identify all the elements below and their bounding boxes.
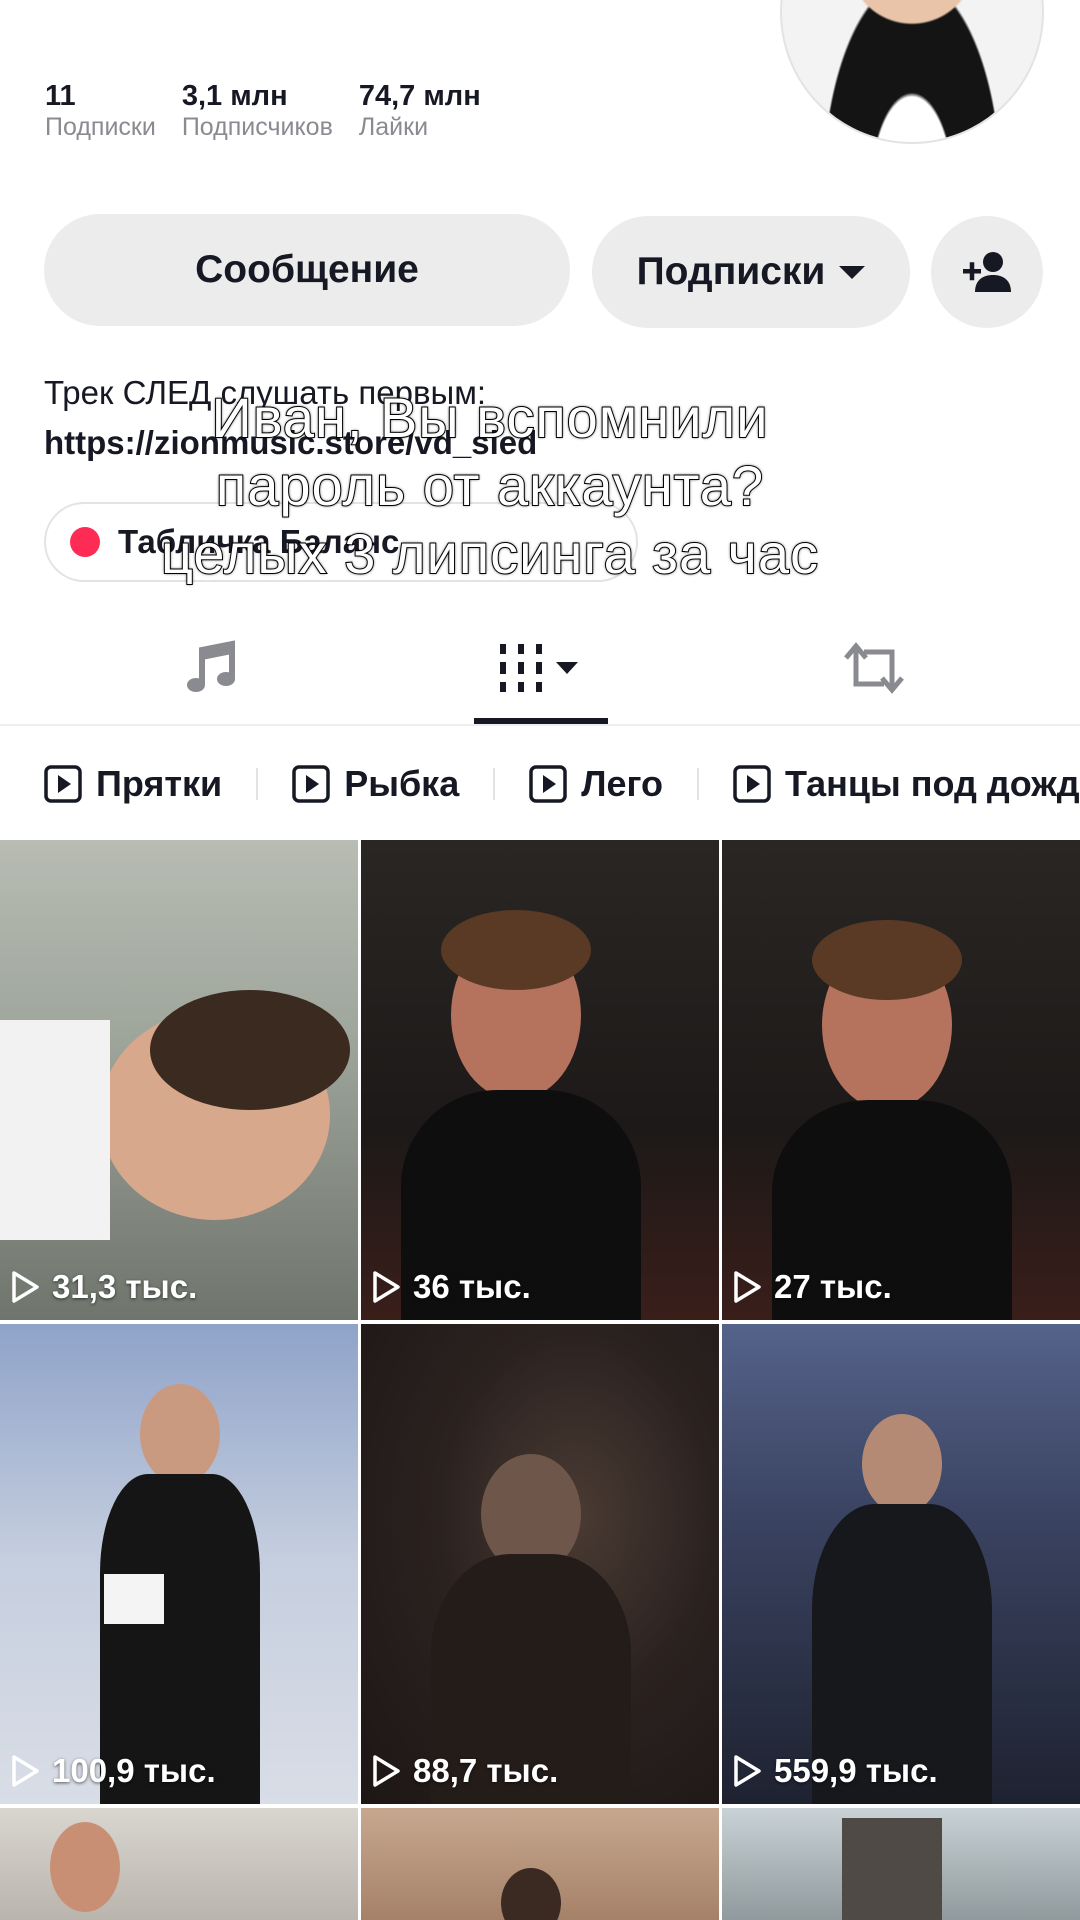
- repost-icon: [844, 642, 904, 694]
- message-button[interactable]: Сообщение: [44, 214, 570, 326]
- profile-avatar[interactable]: [780, 0, 1044, 144]
- stat-following-count: 11: [45, 80, 76, 112]
- overlay-caption: Иван, Вы вспомнили пароль от аккаунта? ц…: [0, 384, 980, 588]
- play-outline-icon: [12, 1755, 39, 1787]
- play-square-icon: [529, 765, 567, 803]
- view-count: 100,9 тыс.: [10, 1752, 216, 1790]
- tab-reposts[interactable]: [804, 610, 944, 726]
- video-thumbnail[interactable]: 559,9 тыс.: [722, 1324, 1080, 1804]
- view-count-text: 27 тыс.: [774, 1268, 892, 1305]
- stat-following-label: Подписки: [45, 113, 156, 141]
- video-thumbnail[interactable]: 31,3 тыс.: [0, 840, 358, 1320]
- stat-followers-label: Подписчиков: [181, 113, 333, 141]
- divider: [697, 768, 700, 800]
- overlay-line-2: пароль от аккаунта?: [215, 453, 765, 518]
- view-count: 27 тыс.: [732, 1268, 892, 1306]
- view-count: 36 тыс.: [371, 1268, 531, 1306]
- playlist-item[interactable]: Танцы под дожд: [733, 763, 1080, 805]
- music-note-icon: [187, 640, 235, 692]
- video-thumbnail[interactable]: 36 тыс.: [361, 840, 719, 1320]
- video-thumbnail[interactable]: [722, 1808, 1080, 1920]
- divider: [493, 768, 496, 800]
- stat-likes[interactable]: 74,7 млн Лайки: [359, 80, 481, 142]
- profile-tabs: [0, 610, 1080, 726]
- active-tab-indicator: [474, 718, 608, 724]
- view-count: 559,9 тыс.: [732, 1752, 938, 1790]
- playlist-label: Танцы под дожд: [785, 763, 1080, 804]
- video-thumbnail[interactable]: 27 тыс.: [722, 840, 1080, 1320]
- playlist-label: Прятки: [96, 763, 223, 804]
- add-friend-button[interactable]: [931, 216, 1043, 328]
- play-square-icon: [292, 765, 330, 803]
- play-outline-icon: [373, 1271, 400, 1303]
- playlist-label: Рыбка: [344, 763, 460, 804]
- overlay-line-3: целых 3 липсинга за час: [160, 521, 819, 586]
- play-square-icon: [44, 765, 82, 803]
- play-outline-icon: [373, 1755, 400, 1787]
- divider: [256, 768, 259, 800]
- playlist-item[interactable]: Прятки: [44, 763, 222, 805]
- view-count: 31,3 тыс.: [10, 1268, 197, 1306]
- view-count-text: 36 тыс.: [413, 1268, 531, 1305]
- play-square-icon: [733, 765, 771, 803]
- following-button[interactable]: Подписки: [592, 216, 910, 328]
- play-outline-icon: [734, 1271, 761, 1303]
- stat-followers-count: 3,1 млн: [181, 80, 288, 112]
- play-outline-icon: [734, 1755, 761, 1787]
- tab-music[interactable]: [140, 610, 280, 726]
- caret-down-icon: [839, 265, 866, 279]
- playlist-label: Лего: [581, 763, 664, 804]
- view-count-text: 100,9 тыс.: [52, 1752, 216, 1789]
- video-thumbnail[interactable]: 88,7 тыс.: [361, 1324, 719, 1804]
- play-outline-icon: [12, 1271, 39, 1303]
- playlist-item[interactable]: Рыбка: [292, 763, 459, 805]
- stat-likes-label: Лайки: [358, 113, 429, 141]
- video-thumbnail[interactable]: [0, 1808, 358, 1920]
- stat-followers[interactable]: 3,1 млн Подписчиков: [182, 80, 333, 142]
- stat-following[interactable]: 11 Подписки: [45, 80, 156, 142]
- add-person-icon: [963, 252, 1011, 292]
- view-count: 88,7 тыс.: [371, 1752, 558, 1790]
- following-button-label: Подписки: [636, 250, 826, 293]
- playlists-row: Прятки Рыбка Лего Танцы под дожд: [44, 748, 1080, 820]
- video-thumbnail[interactable]: [361, 1808, 719, 1920]
- playlist-item[interactable]: Лего: [529, 763, 663, 805]
- stat-likes-count: 74,7 млн: [358, 80, 481, 112]
- overlay-line-1: Иван, Вы вспомнили: [211, 385, 769, 450]
- view-count-text: 31,3 тыс.: [52, 1268, 198, 1305]
- grid-icon: [500, 644, 578, 692]
- profile-stats: 11 Подписки 3,1 млн Подписчиков 74,7 млн…: [45, 80, 481, 142]
- tab-videos[interactable]: [474, 610, 608, 726]
- view-count-text: 88,7 тыс.: [413, 1752, 559, 1789]
- video-thumbnail[interactable]: 100,9 тыс.: [0, 1324, 358, 1804]
- view-count-text: 559,9 тыс.: [774, 1752, 938, 1789]
